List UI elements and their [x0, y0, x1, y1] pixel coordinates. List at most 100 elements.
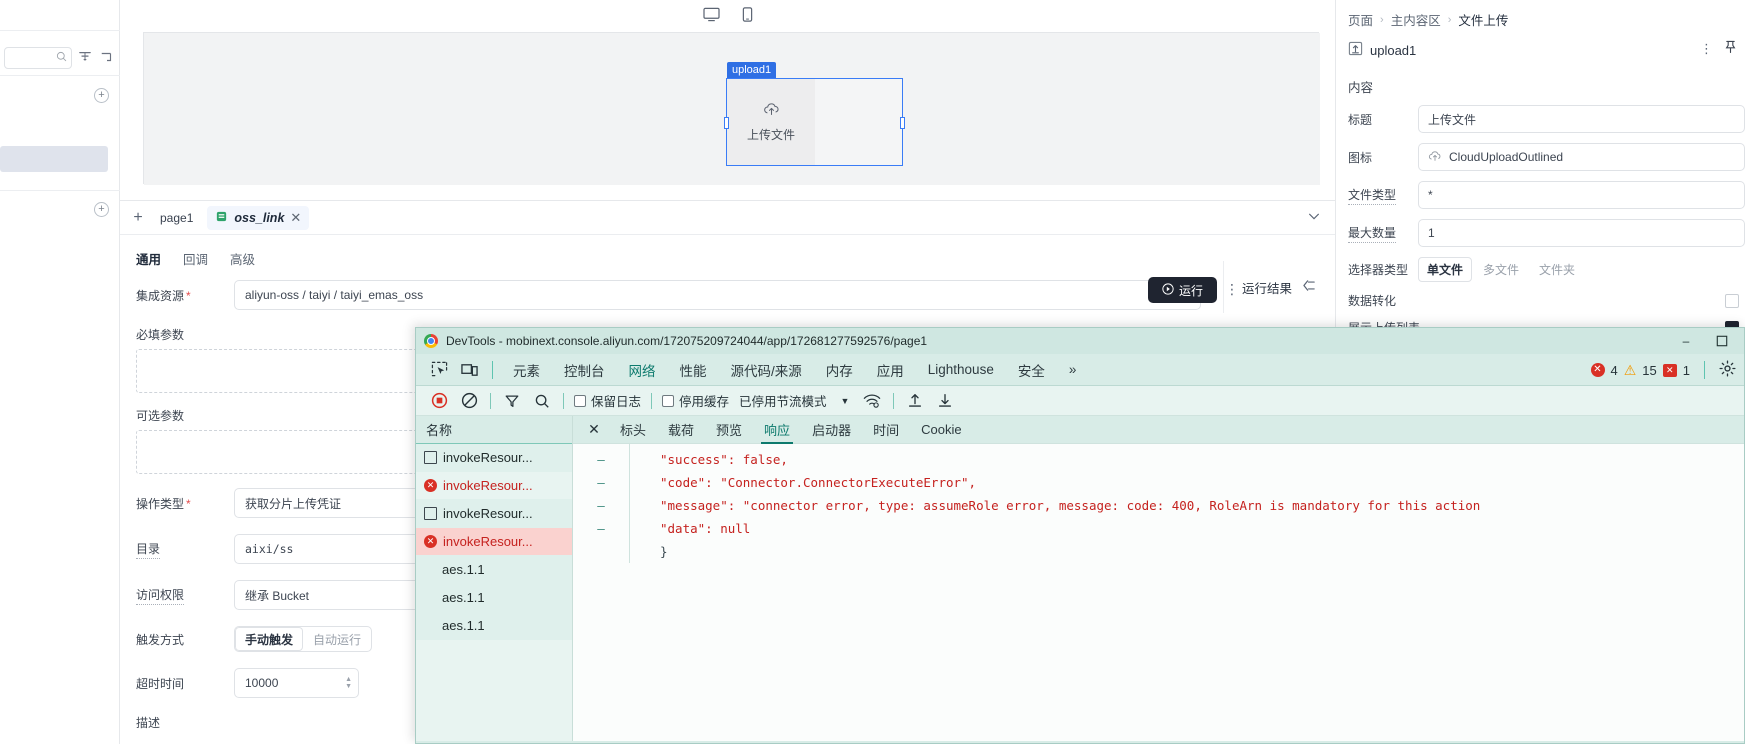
devtools-tab-network[interactable]: 网络: [617, 354, 668, 386]
subtab-general[interactable]: 通用: [136, 249, 161, 268]
preserve-log-checkbox[interactable]: 保留日志: [570, 391, 645, 410]
inspect-element-icon[interactable]: [424, 361, 454, 378]
devtools-tab-memory[interactable]: 内存: [814, 354, 865, 386]
clear-icon[interactable]: [454, 392, 484, 409]
violation-count[interactable]: 1: [1683, 363, 1690, 378]
devtools-tab-application[interactable]: 应用: [865, 354, 916, 386]
table-row[interactable]: invokeResour...: [416, 444, 572, 472]
breadcrumb: 页面 › 主内容区 › 文件上传: [1336, 0, 1745, 37]
resize-handle-left[interactable]: [724, 117, 729, 129]
filter-icon[interactable]: [78, 50, 94, 66]
resize-handle-right[interactable]: [900, 117, 905, 129]
disable-cache-checkbox[interactable]: 停用缓存: [658, 391, 733, 410]
field-op-type-label: 操作类型 *: [136, 496, 191, 511]
search-icon[interactable]: [527, 393, 557, 409]
close-icon[interactable]: ✕: [290, 210, 301, 226]
timeout-stepper[interactable]: 10000 ▲ ▼: [234, 668, 359, 698]
throttling-select[interactable]: 已停用节流模式: [733, 391, 833, 410]
import-har-icon[interactable]: [900, 392, 930, 409]
table-row[interactable]: ✕ invokeResour...: [416, 528, 572, 556]
tab-oss-link[interactable]: oss_link ✕: [207, 205, 310, 230]
breadcrumb-item-page[interactable]: 页面: [1348, 10, 1373, 29]
prop-file-type-input[interactable]: *: [1418, 181, 1745, 209]
table-row[interactable]: aes.1.1: [416, 584, 572, 612]
network-conditions-icon[interactable]: [857, 393, 887, 409]
devtools-window: DevTools - mobinext.console.aliyun.com/1…: [415, 327, 1745, 744]
selector-type-folder[interactable]: 文件夹: [1530, 257, 1584, 282]
close-icon[interactable]: ✕: [579, 421, 609, 438]
response-code[interactable]: "success": false, "code": "Connector.Con…: [630, 444, 1480, 563]
table-row[interactable]: ✕ invokeResour...: [416, 472, 572, 500]
trigger-auto-option[interactable]: 自动运行: [303, 627, 371, 651]
devtools-tab-performance[interactable]: 性能: [668, 354, 719, 386]
collapse-tree-icon[interactable]: [100, 50, 116, 66]
run-button[interactable]: 运行: [1147, 277, 1217, 303]
upload-dropzone[interactable]: 上传文件: [727, 79, 815, 165]
prop-max-count-input[interactable]: 1: [1418, 219, 1745, 247]
devtools-tab-sources[interactable]: 源代码/来源: [719, 354, 814, 386]
devtools-titlebar: DevTools - mobinext.console.aliyun.com/1…: [416, 328, 1744, 354]
breadcrumb-item-current[interactable]: 文件上传: [1458, 10, 1508, 29]
trigger-segmented[interactable]: 手动触发 自动运行: [234, 626, 373, 652]
gear-icon[interactable]: [1719, 360, 1736, 380]
chevron-down-icon[interactable]: ▼: [833, 396, 858, 406]
gutter-line: –: [597, 475, 605, 490]
selector-type-segmented[interactable]: 单文件 多文件 文件夹: [1418, 257, 1584, 282]
add-action-button[interactable]: +: [130, 209, 146, 227]
devtools-tab-security[interactable]: 安全: [1006, 354, 1057, 386]
prop-title: 标题 上传文件: [1336, 100, 1745, 138]
detail-tab-preview[interactable]: 预览: [705, 416, 753, 444]
prop-icon-select[interactable]: CloudUploadOutlined: [1418, 143, 1745, 171]
outline-search-input[interactable]: [4, 46, 72, 69]
trigger-manual-option[interactable]: 手动触发: [235, 627, 304, 651]
more-vertical-icon[interactable]: ⋮: [1700, 41, 1713, 57]
resource-select[interactable]: aliyun-oss / taiyi / taiyi_emas_oss ▼: [234, 280, 1201, 310]
detail-tab-response[interactable]: 响应: [753, 416, 801, 444]
minimize-button[interactable]: –: [1668, 328, 1704, 354]
mobile-icon[interactable]: [742, 6, 753, 22]
detail-tab-timing[interactable]: 时间: [862, 416, 910, 444]
export-har-icon[interactable]: [930, 392, 960, 409]
selector-type-single[interactable]: 单文件: [1418, 257, 1473, 282]
upload-widget[interactable]: upload1 上传文件: [724, 62, 905, 166]
prop-max-count: 最大数量 1: [1336, 214, 1745, 252]
detail-tab-cookies[interactable]: Cookie: [910, 416, 972, 444]
error-count[interactable]: 4: [1611, 363, 1618, 378]
devtools-tab-lighthouse[interactable]: Lighthouse: [916, 354, 1006, 386]
data-transform-checkbox[interactable]: [1725, 293, 1739, 308]
subtab-advanced[interactable]: 高级: [230, 249, 255, 268]
table-row[interactable]: aes.1.1: [416, 612, 572, 640]
warning-count[interactable]: 15: [1642, 363, 1656, 378]
devtools-tab-console[interactable]: 控制台: [552, 354, 617, 386]
stepper-arrows-icon[interactable]: ▲ ▼: [345, 676, 352, 690]
api-icon: [215, 210, 228, 226]
tab-page1[interactable]: page1: [156, 211, 197, 225]
outline-add-button-2[interactable]: +: [94, 202, 109, 217]
prop-selector-type: 选择器类型 单文件 多文件 文件夹: [1336, 252, 1745, 287]
divider: [490, 392, 491, 409]
table-row[interactable]: aes.1.1: [416, 556, 572, 584]
prop-title-input[interactable]: 上传文件: [1418, 105, 1745, 133]
detail-tab-headers[interactable]: 标头: [609, 416, 657, 444]
pin-icon[interactable]: [1724, 40, 1737, 57]
devtools-tab-elements[interactable]: 元素: [501, 354, 552, 386]
network-list-header[interactable]: 名称: [416, 416, 572, 444]
outline-selected-item[interactable]: [0, 146, 108, 172]
detail-tab-initiator[interactable]: 启动器: [801, 416, 862, 444]
chevron-down-icon[interactable]: [1307, 209, 1321, 226]
outline-add-button-1[interactable]: +: [94, 88, 109, 103]
document-icon: [424, 507, 437, 520]
device-toolbar-icon[interactable]: [454, 362, 484, 378]
breadcrumb-item-main[interactable]: 主内容区: [1391, 10, 1441, 29]
selector-type-multiple[interactable]: 多文件: [1474, 257, 1528, 282]
devtools-more-tabs[interactable]: »: [1057, 354, 1089, 386]
detail-tab-payload[interactable]: 载荷: [657, 416, 705, 444]
maximize-button[interactable]: [1704, 328, 1740, 354]
collapse-left-icon[interactable]: [1302, 279, 1317, 295]
record-stop-icon[interactable]: [424, 392, 454, 409]
subtab-callback[interactable]: 回调: [183, 249, 208, 268]
filter-funnel-icon[interactable]: [497, 393, 527, 409]
desktop-icon[interactable]: [702, 7, 720, 22]
table-row[interactable]: invokeResour...: [416, 500, 572, 528]
devtools-tabbar: 元素 控制台 网络 性能 源代码/来源 内存 应用 Lighthouse 安全 …: [416, 354, 1744, 386]
